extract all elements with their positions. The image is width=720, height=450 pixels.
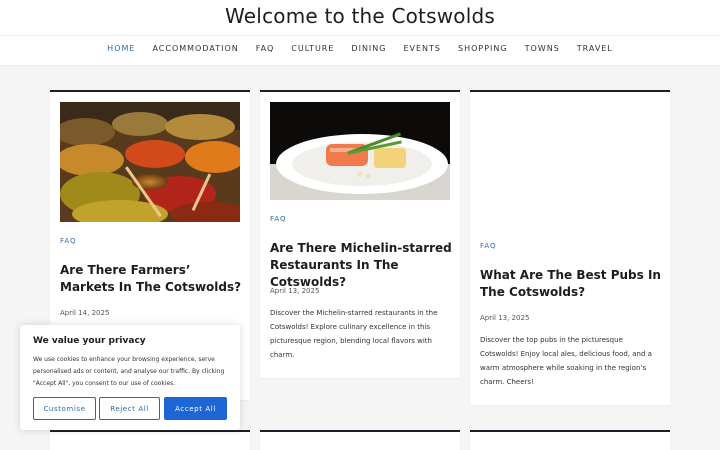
post-excerpt: Discover the Michelin-starred restaurant… — [270, 309, 438, 359]
site-header: Welcome to the Cotswolds HOME ACCOMMODAT… — [0, 0, 720, 66]
site-title[interactable]: Welcome to the Cotswolds — [0, 4, 720, 28]
market-spices-image[interactable] — [60, 102, 240, 222]
post-card-best-pubs: FAQ What Are The Best Pubs In The Cotswo… — [470, 90, 670, 405]
cookie-consent-banner: We value your privacy We use cookies to … — [20, 325, 240, 430]
nav-item-home[interactable]: HOME — [107, 44, 135, 53]
nav-item-accommodation[interactable]: ACCOMMODATION — [152, 44, 238, 53]
post-card-next-row — [470, 430, 670, 450]
post-title-link[interactable]: Are There Farmers’ Markets In The Cotswo… — [60, 262, 242, 296]
post-card-michelin-restaurants: FAQ Are There Michelin-starred Restauran… — [260, 90, 460, 378]
post-category-link[interactable]: FAQ — [270, 215, 287, 223]
cookie-banner-text: We use cookies to enhance your browsing … — [33, 356, 225, 387]
post-card-next-row — [50, 430, 250, 450]
post-image-placeholder[interactable] — [480, 102, 660, 232]
post-date: April 13, 2025 — [270, 287, 320, 295]
post-category-link[interactable]: FAQ — [480, 242, 497, 250]
post-title-link[interactable]: What Are The Best Pubs In The Cotswolds? — [480, 267, 662, 301]
nav-item-culture[interactable]: CULTURE — [291, 44, 334, 53]
salmon-dish-image[interactable] — [270, 102, 450, 200]
nav-item-shopping[interactable]: SHOPPING — [458, 44, 508, 53]
post-category-link[interactable]: FAQ — [60, 237, 77, 245]
post-date: April 13, 2025 — [480, 314, 530, 322]
header-divider — [0, 35, 720, 36]
nav-item-dining[interactable]: DINING — [351, 44, 386, 53]
accept-all-button[interactable]: Accept All — [164, 397, 227, 420]
post-date: April 14, 2025 — [60, 309, 110, 317]
customise-button[interactable]: Customise — [33, 397, 96, 420]
post-excerpt: Discover the top pubs in the picturesque… — [480, 336, 652, 386]
cookie-banner-title: We value your privacy — [33, 336, 146, 346]
main-nav: HOME ACCOMMODATION FAQ CULTURE DINING EV… — [0, 44, 720, 53]
nav-item-faq[interactable]: FAQ — [256, 44, 275, 53]
reject-all-button[interactable]: Reject All — [99, 397, 160, 420]
post-card-next-row — [260, 430, 460, 450]
nav-item-towns[interactable]: TOWNS — [525, 44, 560, 53]
nav-item-travel[interactable]: TRAVEL — [577, 44, 613, 53]
post-title-link[interactable]: Are There Michelin-starred Restaurants I… — [270, 240, 452, 291]
nav-item-events[interactable]: EVENTS — [403, 44, 441, 53]
